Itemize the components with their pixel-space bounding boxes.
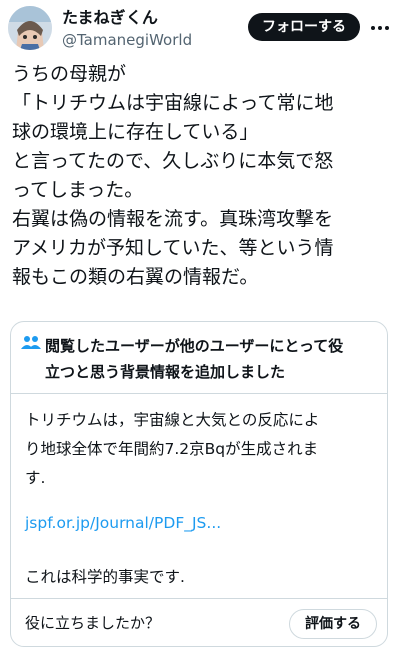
note-fact-text: これは科学的事実です. bbox=[25, 568, 185, 586]
community-note-card: 閲覧したユーザーが他のユーザーにとって役 立つと思う背景情報を追加しました トリ… bbox=[10, 321, 388, 647]
avatar[interactable] bbox=[8, 6, 52, 50]
community-note-title: 閲覧したユーザーが他のユーザーにとって役 立つと思う背景情報を追加しました bbox=[45, 333, 381, 385]
note-body-line: す. bbox=[25, 469, 46, 487]
tweet-text-line: 報もこの類の右翼の情報だ。 bbox=[12, 266, 259, 288]
tweet-text-line: 右翼は偽の情報を流す。真珠湾攻撃を bbox=[12, 208, 334, 230]
tweet-text-line: 球の環境上に存在している」 bbox=[12, 121, 259, 143]
rate-button[interactable]: 評価する bbox=[289, 609, 377, 639]
display-name[interactable]: たまねぎくん bbox=[62, 8, 158, 28]
source-link[interactable]: jspf.or.jp/Journal/PDF_JS... bbox=[25, 512, 221, 534]
tweet-text-line: 「トリチウムは宇宙線によって常に地 bbox=[12, 92, 334, 114]
tweet-header: たまねぎくん @TamanegiWorld フォローする bbox=[0, 0, 400, 56]
people-icon bbox=[21, 334, 41, 352]
tweet-page: たまねぎくん @TamanegiWorld フォローする うちの母親が 「トリチ… bbox=[0, 0, 400, 653]
note-body-line: り地球全体で年間約7.2京Bqが生成されま bbox=[25, 440, 319, 458]
tweet-text-line: と言ってたので、久しぶりに本気で怒 bbox=[12, 150, 334, 172]
user-handle[interactable]: @TamanegiWorld bbox=[62, 30, 192, 50]
tweet-text-line: ってしまった。 bbox=[12, 179, 144, 201]
more-dots-icon[interactable] bbox=[368, 18, 392, 38]
note-title-line: 立つと思う背景情報を追加しました bbox=[45, 363, 286, 381]
community-note-body: トリチウムは，宇宙線と大気との反応によ り地球全体で年間約7.2京Bqが生成され… bbox=[25, 406, 377, 493]
tweet-text-line: うちの母親が bbox=[12, 63, 127, 85]
note-body-line: トリチウムは，宇宙線と大気との反応によ bbox=[25, 411, 320, 429]
tweet-text: うちの母親が 「トリチウムは宇宙線によって常に地 球の環境上に存在している」 と… bbox=[12, 60, 394, 292]
note-title-line: 閲覧したユーザーが他のユーザーにとって役 bbox=[45, 337, 344, 355]
community-note-header: 閲覧したユーザーが他のユーザーにとって役 立つと思う背景情報を追加しました bbox=[11, 322, 387, 394]
anime-character-avatar-icon bbox=[8, 6, 52, 50]
tweet-text-line: アメリカが予知していた、等という情 bbox=[12, 237, 334, 259]
helpful-question: 役に立ちましたか？ bbox=[25, 614, 161, 632]
community-note-footer: 役に立ちましたか？ 評価する bbox=[11, 598, 387, 646]
follow-button[interactable]: フォローする bbox=[248, 13, 360, 41]
